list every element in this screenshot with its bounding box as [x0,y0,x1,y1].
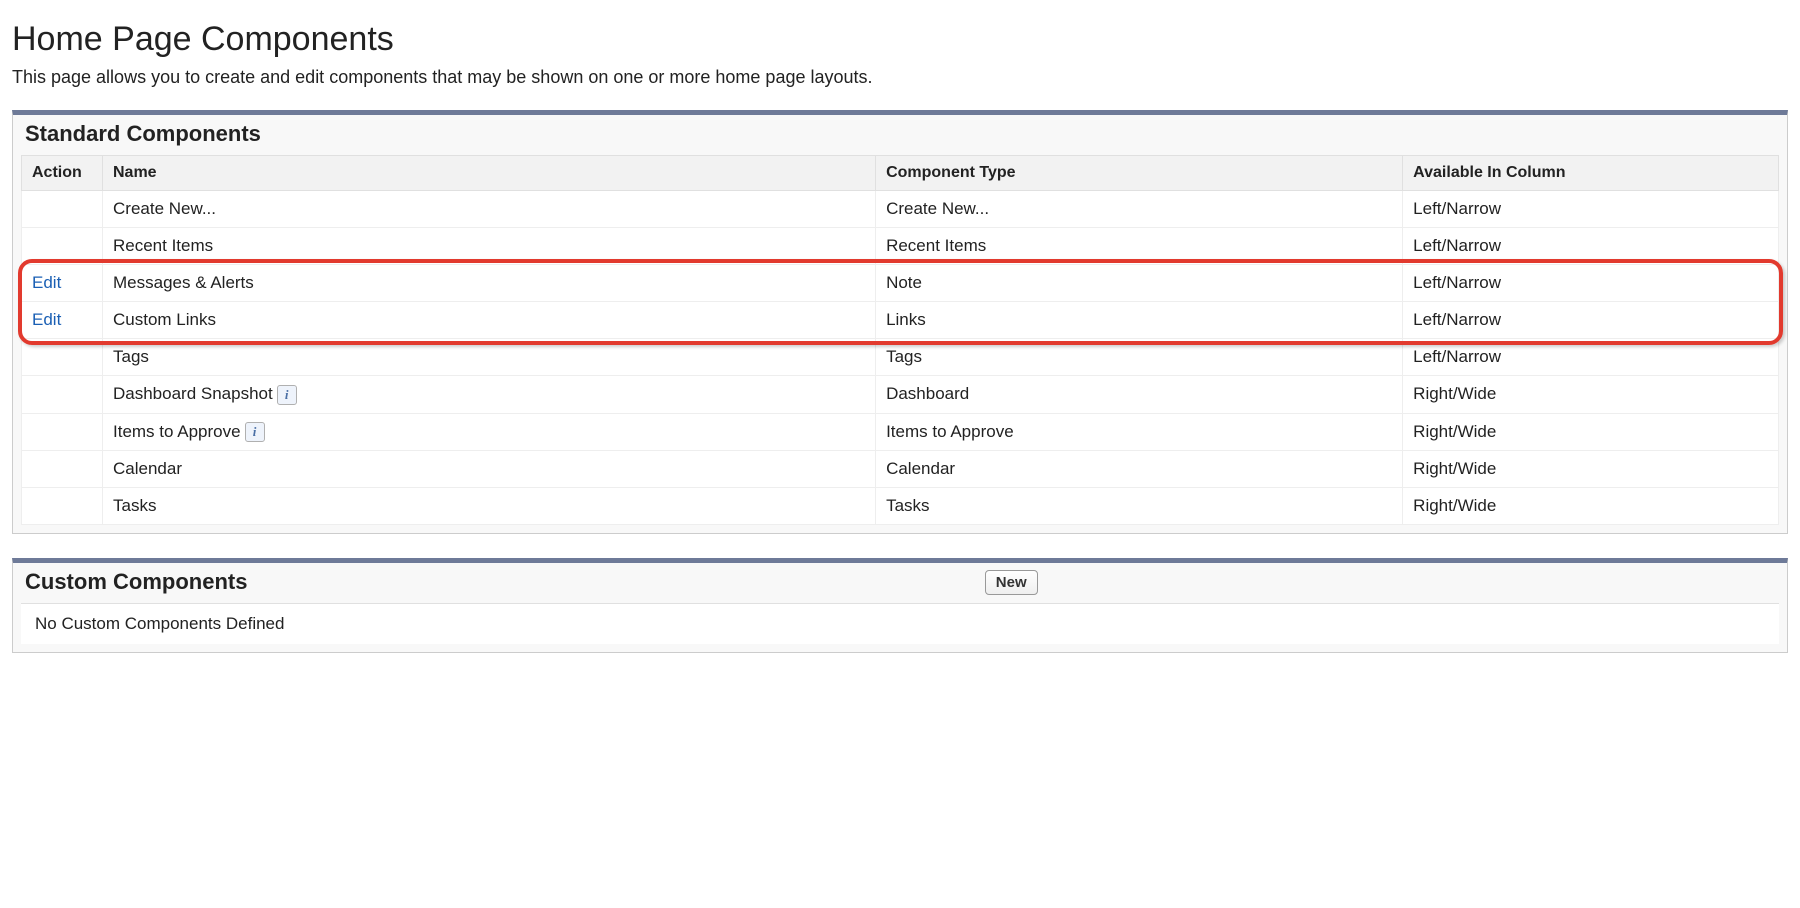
available-cell: Right/Wide [1403,451,1779,488]
custom-components-panel: Custom Components New No Custom Componen… [12,558,1788,653]
action-cell [22,191,103,228]
component-name: Tasks [113,496,156,515]
table-row: Edit Messages & Alerts NoteLeft/Narrow [22,265,1779,302]
action-cell [22,339,103,376]
table-row: Create New...Create New...Left/Narrow [22,191,1779,228]
table-row: Edit Custom Links LinksLeft/Narrow [22,302,1779,339]
edit-link[interactable]: Edit [32,310,61,329]
name-cell: Create New... [103,191,876,228]
col-header-name: Name [103,156,876,191]
type-cell: Create New... [876,191,1403,228]
action-cell [22,451,103,488]
available-cell: Right/Wide [1403,413,1779,451]
action-cell: Edit [22,265,103,302]
standard-panel-header: Standard Components [13,115,1787,155]
name-cell: Custom Links [103,302,876,339]
type-cell: Calendar [876,451,1403,488]
type-cell: Recent Items [876,228,1403,265]
component-name: Dashboard Snapshot [113,384,273,403]
custom-empty-message: No Custom Components Defined [21,603,1779,644]
name-cell: Messages & Alerts [103,265,876,302]
available-cell: Left/Narrow [1403,265,1779,302]
table-row: TasksTasksRight/Wide [22,488,1779,525]
table-header-row: Action Name Component Type Available In … [22,156,1779,191]
action-cell [22,413,103,451]
type-cell: Items to Approve [876,413,1403,451]
component-name: Messages & Alerts [113,273,254,292]
available-cell: Right/Wide [1403,488,1779,525]
page-title: Home Page Components [12,20,1788,59]
name-cell: Tags [103,339,876,376]
component-name: Create New... [113,199,216,218]
component-name: Items to Approve [113,422,241,441]
available-cell: Right/Wide [1403,376,1779,414]
name-cell: Dashboard Snapshoti [103,376,876,414]
type-cell: Note [876,265,1403,302]
edit-link[interactable]: Edit [32,273,61,292]
available-cell: Left/Narrow [1403,302,1779,339]
col-header-action: Action [22,156,103,191]
table-row: Items to ApproveiItems to ApproveRight/W… [22,413,1779,451]
available-cell: Left/Narrow [1403,339,1779,376]
action-cell: Edit [22,302,103,339]
standard-components-table: Action Name Component Type Available In … [21,155,1779,525]
standard-panel-title: Standard Components [25,121,261,147]
type-cell: Tags [876,339,1403,376]
component-name: Recent Items [113,236,213,255]
name-cell: Recent Items [103,228,876,265]
standard-components-panel: Standard Components Action Name Componen… [12,110,1788,534]
available-cell: Left/Narrow [1403,228,1779,265]
page-description: This page allows you to create and edit … [12,67,1788,88]
col-header-type: Component Type [876,156,1403,191]
action-cell [22,228,103,265]
col-header-available: Available In Column [1403,156,1779,191]
type-cell: Links [876,302,1403,339]
table-row: Dashboard SnapshotiDashboardRight/Wide [22,376,1779,414]
type-cell: Tasks [876,488,1403,525]
component-name: Calendar [113,459,182,478]
info-icon[interactable]: i [245,422,265,442]
action-cell [22,376,103,414]
custom-panel-title: Custom Components [25,569,247,595]
available-cell: Left/Narrow [1403,191,1779,228]
custom-panel-header: Custom Components New [13,563,1787,603]
name-cell: Calendar [103,451,876,488]
info-icon[interactable]: i [277,385,297,405]
name-cell: Tasks [103,488,876,525]
action-cell [22,488,103,525]
component-name: Tags [113,347,149,366]
component-name: Custom Links [113,310,216,329]
table-row: Recent ItemsRecent ItemsLeft/Narrow [22,228,1779,265]
type-cell: Dashboard [876,376,1403,414]
table-row: CalendarCalendarRight/Wide [22,451,1779,488]
name-cell: Items to Approvei [103,413,876,451]
table-row: TagsTagsLeft/Narrow [22,339,1779,376]
new-button[interactable]: New [985,570,1038,595]
